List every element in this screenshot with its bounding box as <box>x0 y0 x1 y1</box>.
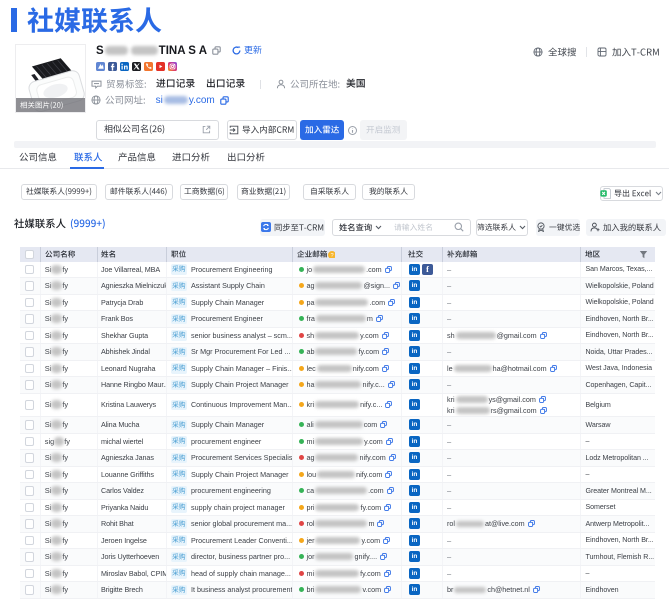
svg-text:?: ? <box>330 253 333 258</box>
